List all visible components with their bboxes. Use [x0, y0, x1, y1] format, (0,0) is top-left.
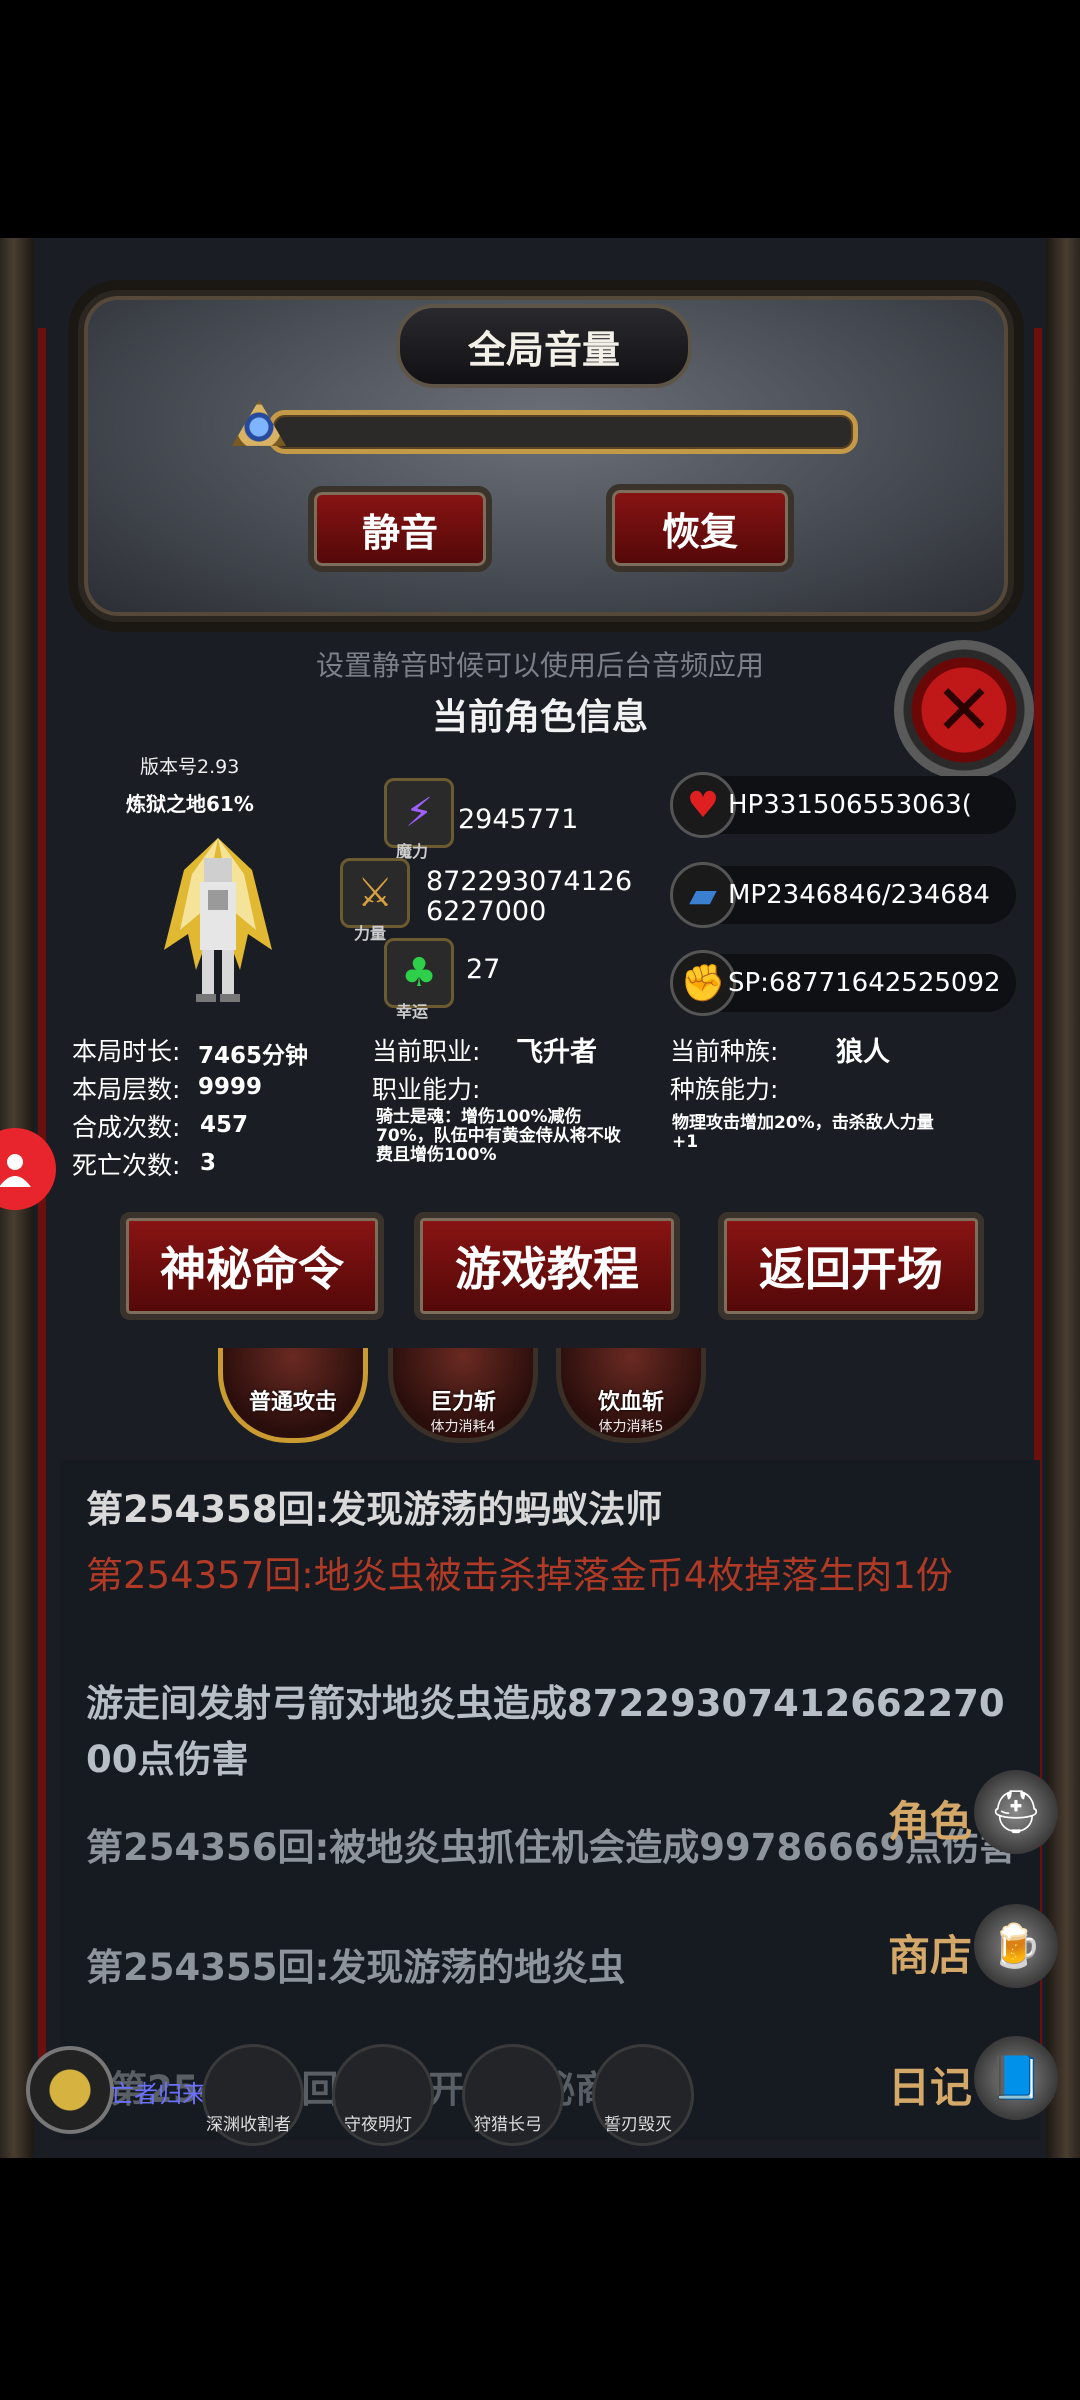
- race-ability-label: 种族能力:: [670, 1075, 779, 1104]
- skill-giant-slash[interactable]: 巨力斩 体力消耗4: [388, 1348, 538, 1443]
- red-rail-left: [38, 328, 46, 2108]
- mystery-command-button[interactable]: 神秘命令: [120, 1212, 384, 1320]
- item-caption: 深渊收割者: [206, 2115, 291, 2135]
- sp-value: SP:68771642525092: [728, 968, 1001, 998]
- undead-avatar[interactable]: [26, 2046, 114, 2134]
- tutorial-button[interactable]: 游戏教程: [414, 1212, 680, 1320]
- return-to-start-button[interactable]: 返回开场: [718, 1212, 984, 1320]
- luck-value: 27: [466, 954, 501, 985]
- sword-icon: ⚔: [340, 858, 410, 928]
- job-ability-label: 职业能力:: [372, 1075, 481, 1104]
- version-label: 版本号2.93: [140, 756, 240, 778]
- stage-progress: 炼狱之地61%: [126, 792, 254, 816]
- side-role-button[interactable]: 角色 ⛑: [888, 1770, 1058, 1860]
- floors-value: 9999: [198, 1074, 263, 1100]
- skill-name: 饮血斩: [597, 1390, 664, 1415]
- race-value: 狼人: [836, 1037, 890, 1068]
- deaths-label: 死亡次数:: [72, 1151, 181, 1180]
- log-line: 第254356回:被地炎虫抓住机会造成99786669点伤害: [86, 1826, 1017, 1869]
- craft-value: 457: [200, 1112, 249, 1138]
- user-icon: [0, 1154, 31, 1187]
- job-value: 飞升者: [516, 1037, 597, 1068]
- log-line: 第254357回:地炎虫被击杀掉落金币4枚掉落生肉1份: [86, 1554, 953, 1597]
- strength-value-line2: 6227000: [426, 896, 547, 927]
- craft-label: 合成次数:: [72, 1113, 181, 1142]
- character-info-title: 当前角色信息: [431, 697, 648, 738]
- character-sprite: [164, 838, 272, 1002]
- mp-value: MP2346846/234684: [728, 880, 990, 910]
- side-diary-label: 日记: [888, 2063, 973, 2112]
- strength-value-line1: 872293074126: [426, 866, 633, 897]
- floors-label: 本局层数:: [72, 1075, 181, 1104]
- skill-name: 巨力斩: [429, 1390, 496, 1415]
- helmet-icon: ⛑: [974, 1770, 1058, 1854]
- restore-button[interactable]: 恢复: [606, 484, 794, 572]
- volume-title: 全局音量: [396, 304, 692, 388]
- skill-name: 普通攻击: [248, 1390, 337, 1415]
- race-label: 当前种族:: [670, 1037, 779, 1066]
- mute-button[interactable]: 静音: [308, 486, 492, 572]
- log-line: 第254358回:发现游荡的蚂蚁法师: [86, 1488, 663, 1531]
- heart-icon: ♥: [670, 772, 736, 838]
- side-role-label: 角色: [888, 1797, 973, 1846]
- play-time-label: 本局时长:: [72, 1037, 181, 1066]
- race-ability-text: 物理攻击增加20%，击杀敌人力量+1: [672, 1113, 934, 1152]
- hp-value: HP331506553063(: [728, 790, 972, 820]
- play-time-value: 7465分钟: [198, 1043, 309, 1069]
- strength-caption: 力量: [354, 924, 387, 943]
- side-shop-button[interactable]: 商店 🍺: [888, 1904, 1058, 1994]
- frame-border-right: [1046, 238, 1080, 2158]
- log-line: 游走间发射弓箭对地炎虫造成8722930741266227000点伤害: [86, 1682, 1005, 1781]
- side-diary-button[interactable]: 日记 📘: [888, 2036, 1058, 2126]
- book-icon: 📘: [974, 2036, 1058, 2120]
- item-caption: 狩猎长弓: [474, 2115, 542, 2135]
- skill-cost: 体力消耗4: [430, 1419, 496, 1435]
- undead-label: 亡者归来: [110, 2080, 206, 2108]
- deaths-value: 3: [200, 1150, 217, 1176]
- strength-icon: ✊: [670, 950, 736, 1016]
- side-shop-label: 商店: [888, 1931, 973, 1980]
- item-caption: 守夜明灯: [344, 2115, 412, 2135]
- beer-mug-icon: 🍺: [974, 1904, 1058, 1988]
- volume-slider[interactable]: [268, 410, 858, 454]
- skill-cost: 体力消耗5: [598, 1419, 664, 1435]
- boot-icon: ▰: [670, 862, 736, 928]
- skill-blood-slash[interactable]: 饮血斩 体力消耗5: [556, 1348, 706, 1443]
- job-label: 当前职业:: [372, 1037, 481, 1066]
- luck-caption: 幸运: [396, 1002, 429, 1021]
- magic-value: 2945771: [458, 804, 579, 835]
- item-caption: 誓刃毁灭: [604, 2115, 672, 2135]
- job-ability-text: 骑士是魂：增伤100%减伤70%，队伍中有黄金侍从将不收费且增伤100%: [376, 1107, 621, 1165]
- log-line: 第254355回:发现游荡的地炎虫: [86, 1946, 626, 1989]
